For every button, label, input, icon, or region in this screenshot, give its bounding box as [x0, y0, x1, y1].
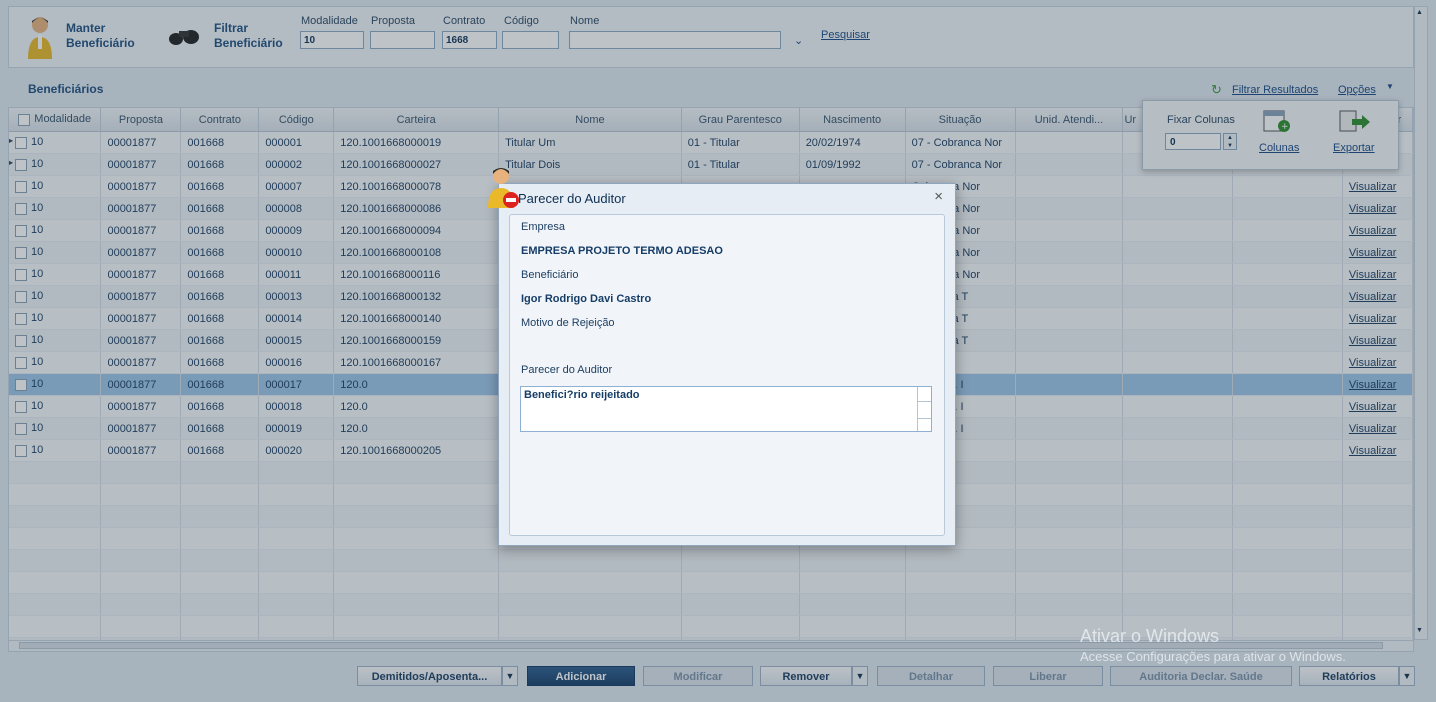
- auditor-icon: [485, 164, 521, 210]
- parecer-auditor-dialog: Parecer do Auditor × Empresa EMPRESA PRO…: [488, 168, 956, 546]
- empresa-value: EMPRESA PROJETO TERMO ADESAO: [521, 245, 723, 257]
- close-icon[interactable]: ×: [934, 188, 943, 205]
- watermark-line1: Ativar o Windows: [1080, 626, 1220, 646]
- watermark-line2: Acesse Configurações para ativar o Windo…: [1080, 649, 1346, 664]
- app-window: Manter Beneficiário Filtrar Beneficiário…: [0, 0, 1436, 702]
- parecer-text: Benefici?rio reijeitado: [524, 389, 640, 401]
- textarea-scrollbar[interactable]: [917, 387, 931, 431]
- parecer-auditor-textarea[interactable]: Benefici?rio reijeitado: [520, 386, 932, 432]
- parecer-auditor-label: Parecer do Auditor: [521, 364, 613, 376]
- motivo-rejeicao-label: Motivo de Rejeição: [521, 317, 615, 329]
- beneficiario-label: Beneficiário: [521, 269, 579, 281]
- dialog-title: Parecer do Auditor: [518, 191, 626, 206]
- empresa-label: Empresa: [521, 221, 566, 233]
- dialog-body: Empresa EMPRESA PROJETO TERMO ADESAO Ben…: [509, 214, 945, 536]
- windows-activation-watermark: Ativar o Windows Acesse Configurações pa…: [1080, 626, 1346, 664]
- beneficiario-value: Igor Rodrigo Davi Castro: [521, 293, 652, 305]
